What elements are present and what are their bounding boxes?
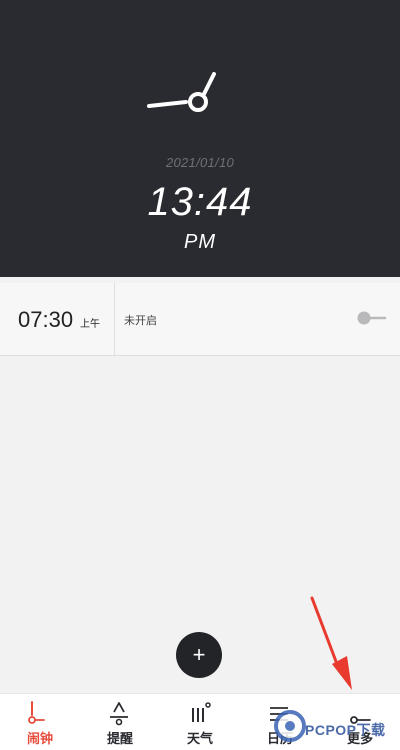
tab-weather[interactable]: 天气 — [160, 694, 240, 750]
alarm-time: 07:30 — [18, 307, 74, 332]
reminder-icon — [110, 702, 128, 726]
alarm-toggle-switch[interactable] — [354, 307, 388, 329]
weather-icon — [192, 702, 211, 722]
tab-reminder-label: 提醒 — [106, 731, 133, 746]
time-period: PM — [184, 231, 216, 253]
alarm-item[interactable]: 07:30 上午 未开启 — [0, 283, 400, 356]
tab-reminder[interactable]: 提醒 — [80, 694, 160, 750]
current-time: 13:44 — [147, 180, 253, 224]
calendar-icon — [270, 707, 288, 721]
red-arrow-annotation — [310, 596, 352, 690]
watermark-text: PCPOP下载 — [305, 722, 386, 738]
tab-alarm-label: 闹钟 — [26, 731, 53, 746]
alarm-status: 未开启 — [124, 315, 157, 327]
current-date: 2021/01/10 — [165, 155, 235, 170]
tab-alarm[interactable]: 闹钟 — [0, 694, 80, 750]
clock-header: 2021/01/10 13:44 PM — [0, 0, 400, 277]
add-alarm-button[interactable]: + — [176, 632, 222, 678]
alarm-divider — [114, 283, 115, 355]
tab-weather-label: 天气 — [186, 731, 213, 746]
alarm-icon — [28, 701, 45, 724]
alarm-period: 上午 — [80, 319, 100, 330]
